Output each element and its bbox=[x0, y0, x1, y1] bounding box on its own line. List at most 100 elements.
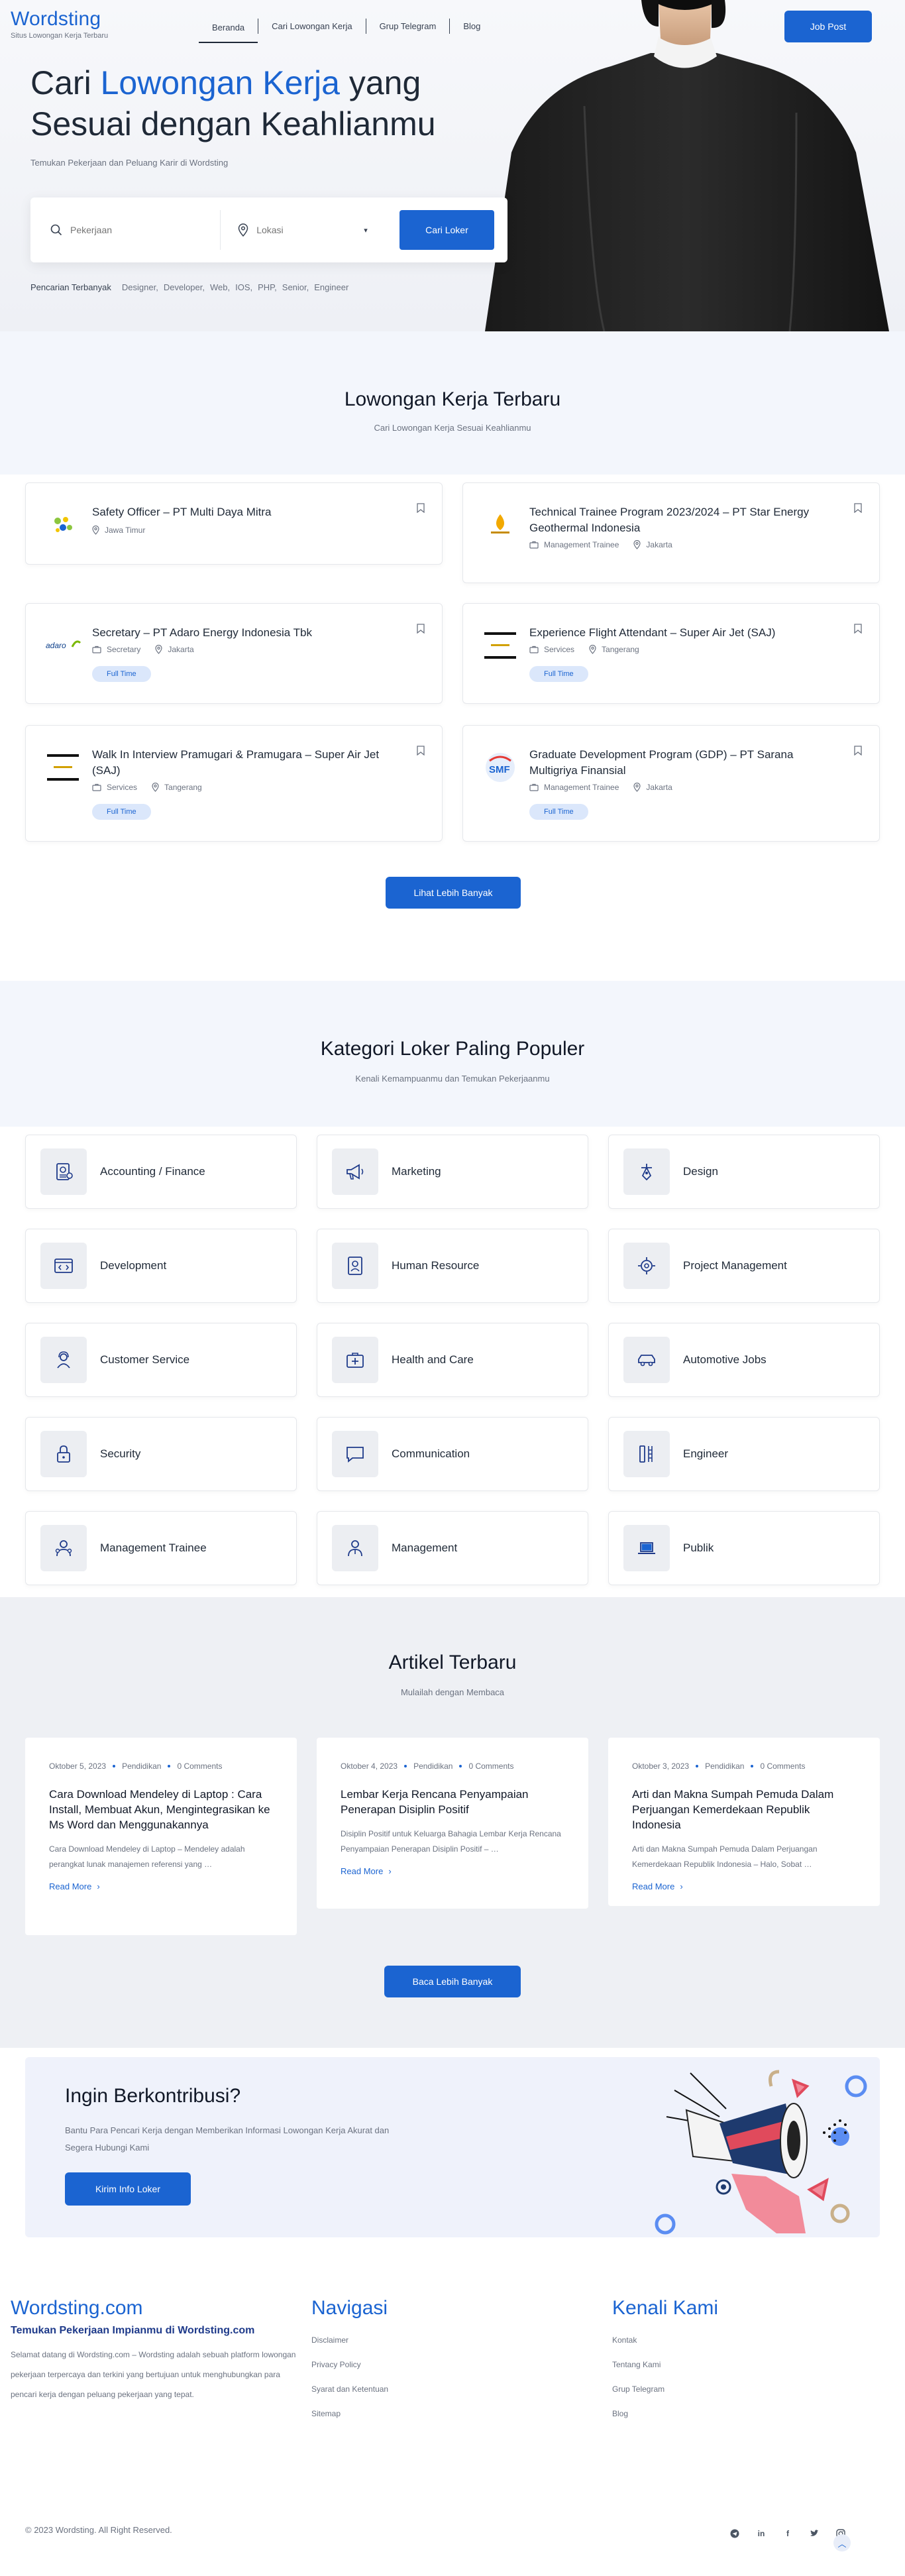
footer-link-sitemap[interactable]: Sitemap bbox=[311, 2409, 388, 2434]
bookmark-icon[interactable] bbox=[854, 624, 862, 634]
read-more-link[interactable]: Read More › bbox=[341, 1866, 392, 1876]
job-card[interactable]: adaro Secretary – PT Adaro Energy Indone… bbox=[25, 603, 443, 704]
bookmark-icon[interactable] bbox=[854, 746, 862, 756]
footer-link-telegram[interactable]: Grup Telegram bbox=[612, 2384, 665, 2409]
category-card[interactable]: Project Management bbox=[608, 1229, 880, 1303]
job-category-text: Secretary bbox=[107, 645, 141, 654]
footer-link-terms[interactable]: Syarat dan Ketentuan bbox=[311, 2384, 388, 2409]
article-comments[interactable]: 0 Comments bbox=[177, 1762, 222, 1771]
article-category[interactable]: Pendidikan bbox=[122, 1762, 161, 1771]
job-card[interactable]: Safety Officer – PT Multi Daya Mitra Jaw… bbox=[25, 482, 443, 565]
article-comments[interactable]: 0 Comments bbox=[468, 1762, 513, 1771]
job-category: Services bbox=[92, 783, 137, 792]
briefcase-icon bbox=[92, 783, 101, 791]
job-location: Tangerang bbox=[152, 783, 202, 792]
headset-icon bbox=[40, 1337, 87, 1383]
send-job-info-button[interactable]: Kirim Info Loker bbox=[65, 2172, 191, 2206]
category-label: Human Resource bbox=[392, 1259, 480, 1272]
hero-man-image bbox=[485, 0, 889, 331]
category-card[interactable]: Accounting / Finance bbox=[25, 1135, 297, 1209]
category-card[interactable]: Publik bbox=[608, 1511, 880, 1585]
footer-link-disclaimer[interactable]: Disclaimer bbox=[311, 2335, 388, 2360]
article-date: Oktober 3, 2023 bbox=[632, 1762, 690, 1771]
facebook-icon[interactable]: f bbox=[783, 2529, 792, 2538]
category-card[interactable]: Human Resource bbox=[317, 1229, 588, 1303]
popular-term[interactable]: Senior, bbox=[282, 282, 309, 292]
job-title[interactable]: Walk In Interview Pramugari & Pramugara … bbox=[92, 747, 403, 779]
job-title[interactable]: Secretary – PT Adaro Energy Indonesia Tb… bbox=[92, 625, 403, 641]
article-card[interactable]: Oktober 5, 2023 Pendidikan 0 Comments Ca… bbox=[25, 1738, 297, 1935]
category-card[interactable]: Design bbox=[608, 1135, 880, 1209]
svg-text:adaro: adaro bbox=[46, 641, 66, 650]
more-jobs-button[interactable]: Lihat Lebih Banyak bbox=[386, 877, 521, 909]
job-title[interactable]: Experience Flight Attendant – Super Air … bbox=[529, 625, 841, 641]
category-card[interactable]: Development bbox=[25, 1229, 297, 1303]
job-card[interactable]: Technical Trainee Program 2023/2024 – PT… bbox=[462, 482, 880, 583]
job-title[interactable]: Graduate Development Program (GDP) – PT … bbox=[529, 747, 841, 779]
category-label: Publik bbox=[683, 1541, 714, 1554]
keyword-input[interactable] bbox=[70, 225, 189, 235]
nav-item-cari-lowongan[interactable]: Cari Lowongan Kerja bbox=[258, 19, 365, 34]
article-card[interactable]: Oktober 4, 2023 Pendidikan 0 Comments Le… bbox=[317, 1738, 588, 1909]
category-card[interactable]: Health and Care bbox=[317, 1323, 588, 1397]
category-label: Security bbox=[100, 1447, 141, 1460]
scroll-to-top-button[interactable]: ︿ bbox=[833, 2534, 851, 2551]
company-logo bbox=[482, 630, 519, 661]
category-card[interactable]: Communication bbox=[317, 1417, 588, 1491]
bookmark-icon[interactable] bbox=[854, 503, 862, 513]
twitter-icon[interactable] bbox=[810, 2529, 819, 2538]
svg-text:SMF: SMF bbox=[489, 764, 510, 775]
telegram-icon[interactable] bbox=[730, 2529, 739, 2538]
footer-link-privacy[interactable]: Privacy Policy bbox=[311, 2360, 388, 2384]
bookmark-icon[interactable] bbox=[417, 503, 425, 513]
bookmark-icon[interactable] bbox=[417, 624, 425, 634]
nav-item-beranda[interactable]: Beranda bbox=[199, 20, 258, 43]
article-title[interactable]: Lembar Kerja Rencana Penyampaian Penerap… bbox=[341, 1787, 564, 1817]
article-meta: Oktober 3, 2023 Pendidikan 0 Comments bbox=[632, 1762, 856, 1771]
category-card[interactable]: Automotive Jobs bbox=[608, 1323, 880, 1397]
category-card[interactable]: Management Trainee bbox=[25, 1511, 297, 1585]
chevron-down-icon[interactable]: ▾ bbox=[364, 226, 368, 235]
category-card[interactable]: Management bbox=[317, 1511, 588, 1585]
article-card[interactable]: Oktober 3, 2023 Pendidikan 0 Comments Ar… bbox=[608, 1738, 880, 1906]
job-title[interactable]: Safety Officer – PT Multi Daya Mitra bbox=[92, 504, 403, 520]
popular-term[interactable]: Web, bbox=[210, 282, 230, 292]
article-category[interactable]: Pendidikan bbox=[705, 1762, 744, 1771]
job-card[interactable]: SMF Graduate Development Program (GDP) –… bbox=[462, 725, 880, 842]
article-title[interactable]: Cara Download Mendeley di Laptop : Cara … bbox=[49, 1787, 273, 1832]
popular-term[interactable]: PHP, bbox=[258, 282, 277, 292]
category-card[interactable]: Engineer bbox=[608, 1417, 880, 1491]
job-location-text: Jakarta bbox=[646, 540, 672, 549]
more-articles-button[interactable]: Baca Lebih Banyak bbox=[384, 1966, 521, 1997]
article-title[interactable]: Arti dan Makna Sumpah Pemuda Dalam Perju… bbox=[632, 1787, 856, 1832]
category-card[interactable]: Customer Service bbox=[25, 1323, 297, 1397]
popular-term[interactable]: IOS, bbox=[235, 282, 252, 292]
article-comments[interactable]: 0 Comments bbox=[760, 1762, 805, 1771]
nav-item-grup-telegram[interactable]: Grup Telegram bbox=[365, 19, 450, 34]
footer-link-blog[interactable]: Blog bbox=[612, 2409, 665, 2434]
job-card[interactable]: Experience Flight Attendant – Super Air … bbox=[462, 603, 880, 704]
popular-term[interactable]: Developer, bbox=[164, 282, 205, 292]
article-category[interactable]: Pendidikan bbox=[413, 1762, 452, 1771]
site-logo[interactable]: Wordsting Situs Lowongan Kerja Terbaru bbox=[11, 8, 108, 40]
job-card[interactable]: Walk In Interview Pramugari & Pramugara … bbox=[25, 725, 443, 842]
jobs-section-subtitle: Cari Lowongan Kerja Sesuai Keahlianmu bbox=[374, 423, 531, 433]
category-card[interactable]: Marketing bbox=[317, 1135, 588, 1209]
article-date: Oktober 5, 2023 bbox=[49, 1762, 107, 1771]
footer-link-about[interactable]: Tentang Kami bbox=[612, 2360, 665, 2384]
popular-term[interactable]: Engineer bbox=[314, 282, 348, 292]
search-button[interactable]: Cari Loker bbox=[399, 210, 495, 250]
chevron-right-icon: › bbox=[388, 1866, 392, 1876]
job-title[interactable]: Technical Trainee Program 2023/2024 – PT… bbox=[529, 504, 841, 536]
briefcase-icon bbox=[92, 645, 101, 653]
location-select[interactable] bbox=[256, 225, 343, 235]
popular-term[interactable]: Designer, bbox=[122, 282, 158, 292]
bookmark-icon[interactable] bbox=[417, 746, 425, 756]
footer-link-contact[interactable]: Kontak bbox=[612, 2335, 665, 2360]
categories-subtitle: Kenali Kemampuanmu dan Temukan Pekerjaan… bbox=[355, 1074, 550, 1084]
footer-brand[interactable]: Wordsting.com bbox=[11, 2297, 143, 2320]
category-card[interactable]: Security bbox=[25, 1417, 297, 1491]
read-more-link[interactable]: Read More › bbox=[49, 1881, 100, 1891]
read-more-link[interactable]: Read More › bbox=[632, 1881, 683, 1891]
linkedin-icon[interactable]: in bbox=[757, 2529, 766, 2538]
